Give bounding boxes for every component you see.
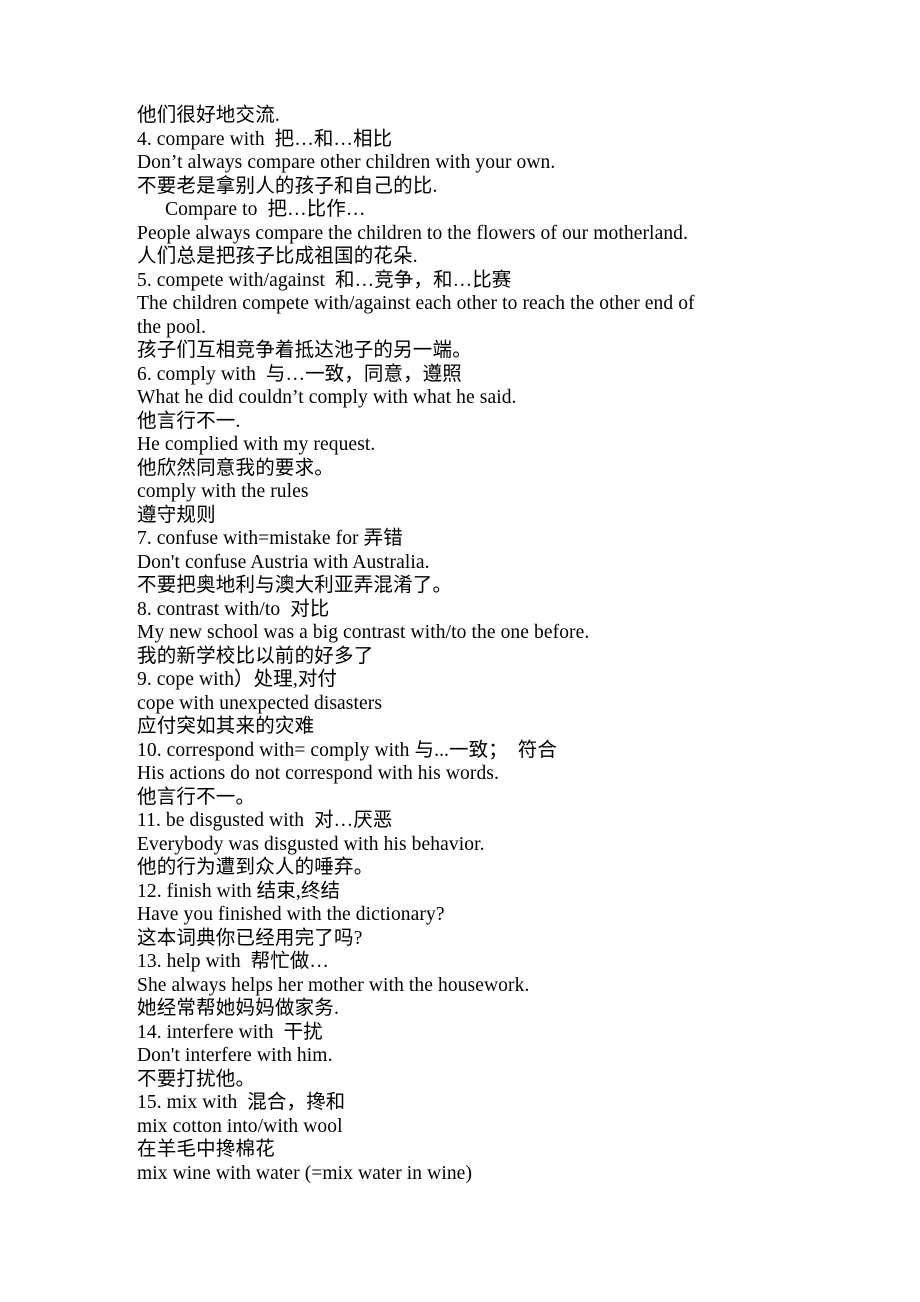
text-line: 14. interfere with 干扰 [137,1021,323,1043]
text-line: 我的新学校比以前的好多了 [137,645,374,667]
text-line: Compare to 把…比作… [165,199,366,220]
text-line: Don't confuse Austria with Australia. [137,551,430,573]
text-line: 这本词典你已经用完了吗? [137,927,363,949]
text-line: 不要把奥地利与澳大利亚弄混淆了。 [137,575,453,596]
text-line: cope with unexpected disasters [137,692,383,714]
text-line: 她经常帮她妈妈做家务. [137,998,340,1019]
text-line: 6. comply with 与…一致，同意，遵照 [137,363,462,385]
text-line: 在羊毛中搀棉花 [137,1139,275,1160]
text-line: comply with the rules [137,481,309,502]
text-line: 12. finish with 结束,终结 [137,880,341,902]
text-line: She always helps her mother with the hou… [137,974,530,996]
text-line: 5. compete with/against 和…竞争，和…比赛 [137,269,512,291]
text-line: 遵守规则 [137,504,216,526]
text-line: What he did couldn’t comply with what he… [137,387,517,408]
text-line: His actions do not correspond with his w… [137,763,499,784]
text-line: mix cotton into/with wool [137,1115,343,1137]
text-line: 13. help with 帮忙做… [137,951,330,972]
text-line: Have you finished with the dictionary? [137,904,445,925]
text-line: 11. be disgusted with 对…厌恶 [137,810,393,831]
text-line: Don't interfere with him. [137,1045,333,1066]
text-line: 9. cope with）处理,对付 [137,669,338,690]
text-line: 8. contrast with/to 对比 [137,598,330,620]
text-line: 他言行不一. [137,410,241,432]
document-text-body: 他们很好地交流. 4. compare with 把…和…相比 Don’t alwa… [137,104,837,1185]
text-line: mix wine with water (=mix water in wine) [137,1162,473,1184]
text-line: My new school was a big contrast with/to… [137,622,590,643]
text-line: The children compete with/against each o… [137,293,695,314]
text-line: 人们总是把孩子比成祖国的花朵. [137,246,418,267]
text-line: 4. compare with 把…和…相比 [137,128,393,150]
text-line: 他言行不一。 [137,786,256,808]
text-line: Don’t always compare other children with… [137,152,556,173]
text-line: 不要老是拿别人的孩子和自己的比. [137,175,438,197]
text-line: 孩子们互相竞争着抵达池子的另一端。 [137,340,472,361]
text-line: the pool. [137,316,207,338]
text-line: 应付突如其来的灾难 [137,716,315,737]
text-line: 他的行为遭到众人的唾弃。 [137,857,374,878]
text-line: Everybody was disgusted with his behavio… [137,833,485,855]
text-line: 他欣然同意我的要求。 [137,457,335,479]
text-line: 他们很好地交流. [137,105,280,126]
text-line: People always compare the children to th… [137,222,688,244]
text-line: He complied with my request. [137,434,376,455]
text-line: 不要打扰他。 [137,1068,256,1090]
text-line: 15. mix with 混合，搀和 [137,1092,346,1113]
text-line: 10. correspond with= comply with 与...一致；… [137,739,557,761]
text-line: 7. confuse with=mistake for 弄错 [137,528,403,549]
document-page: 他们很好地交流. 4. compare with 把…和…相比 Don’t alwa… [0,0,920,1302]
